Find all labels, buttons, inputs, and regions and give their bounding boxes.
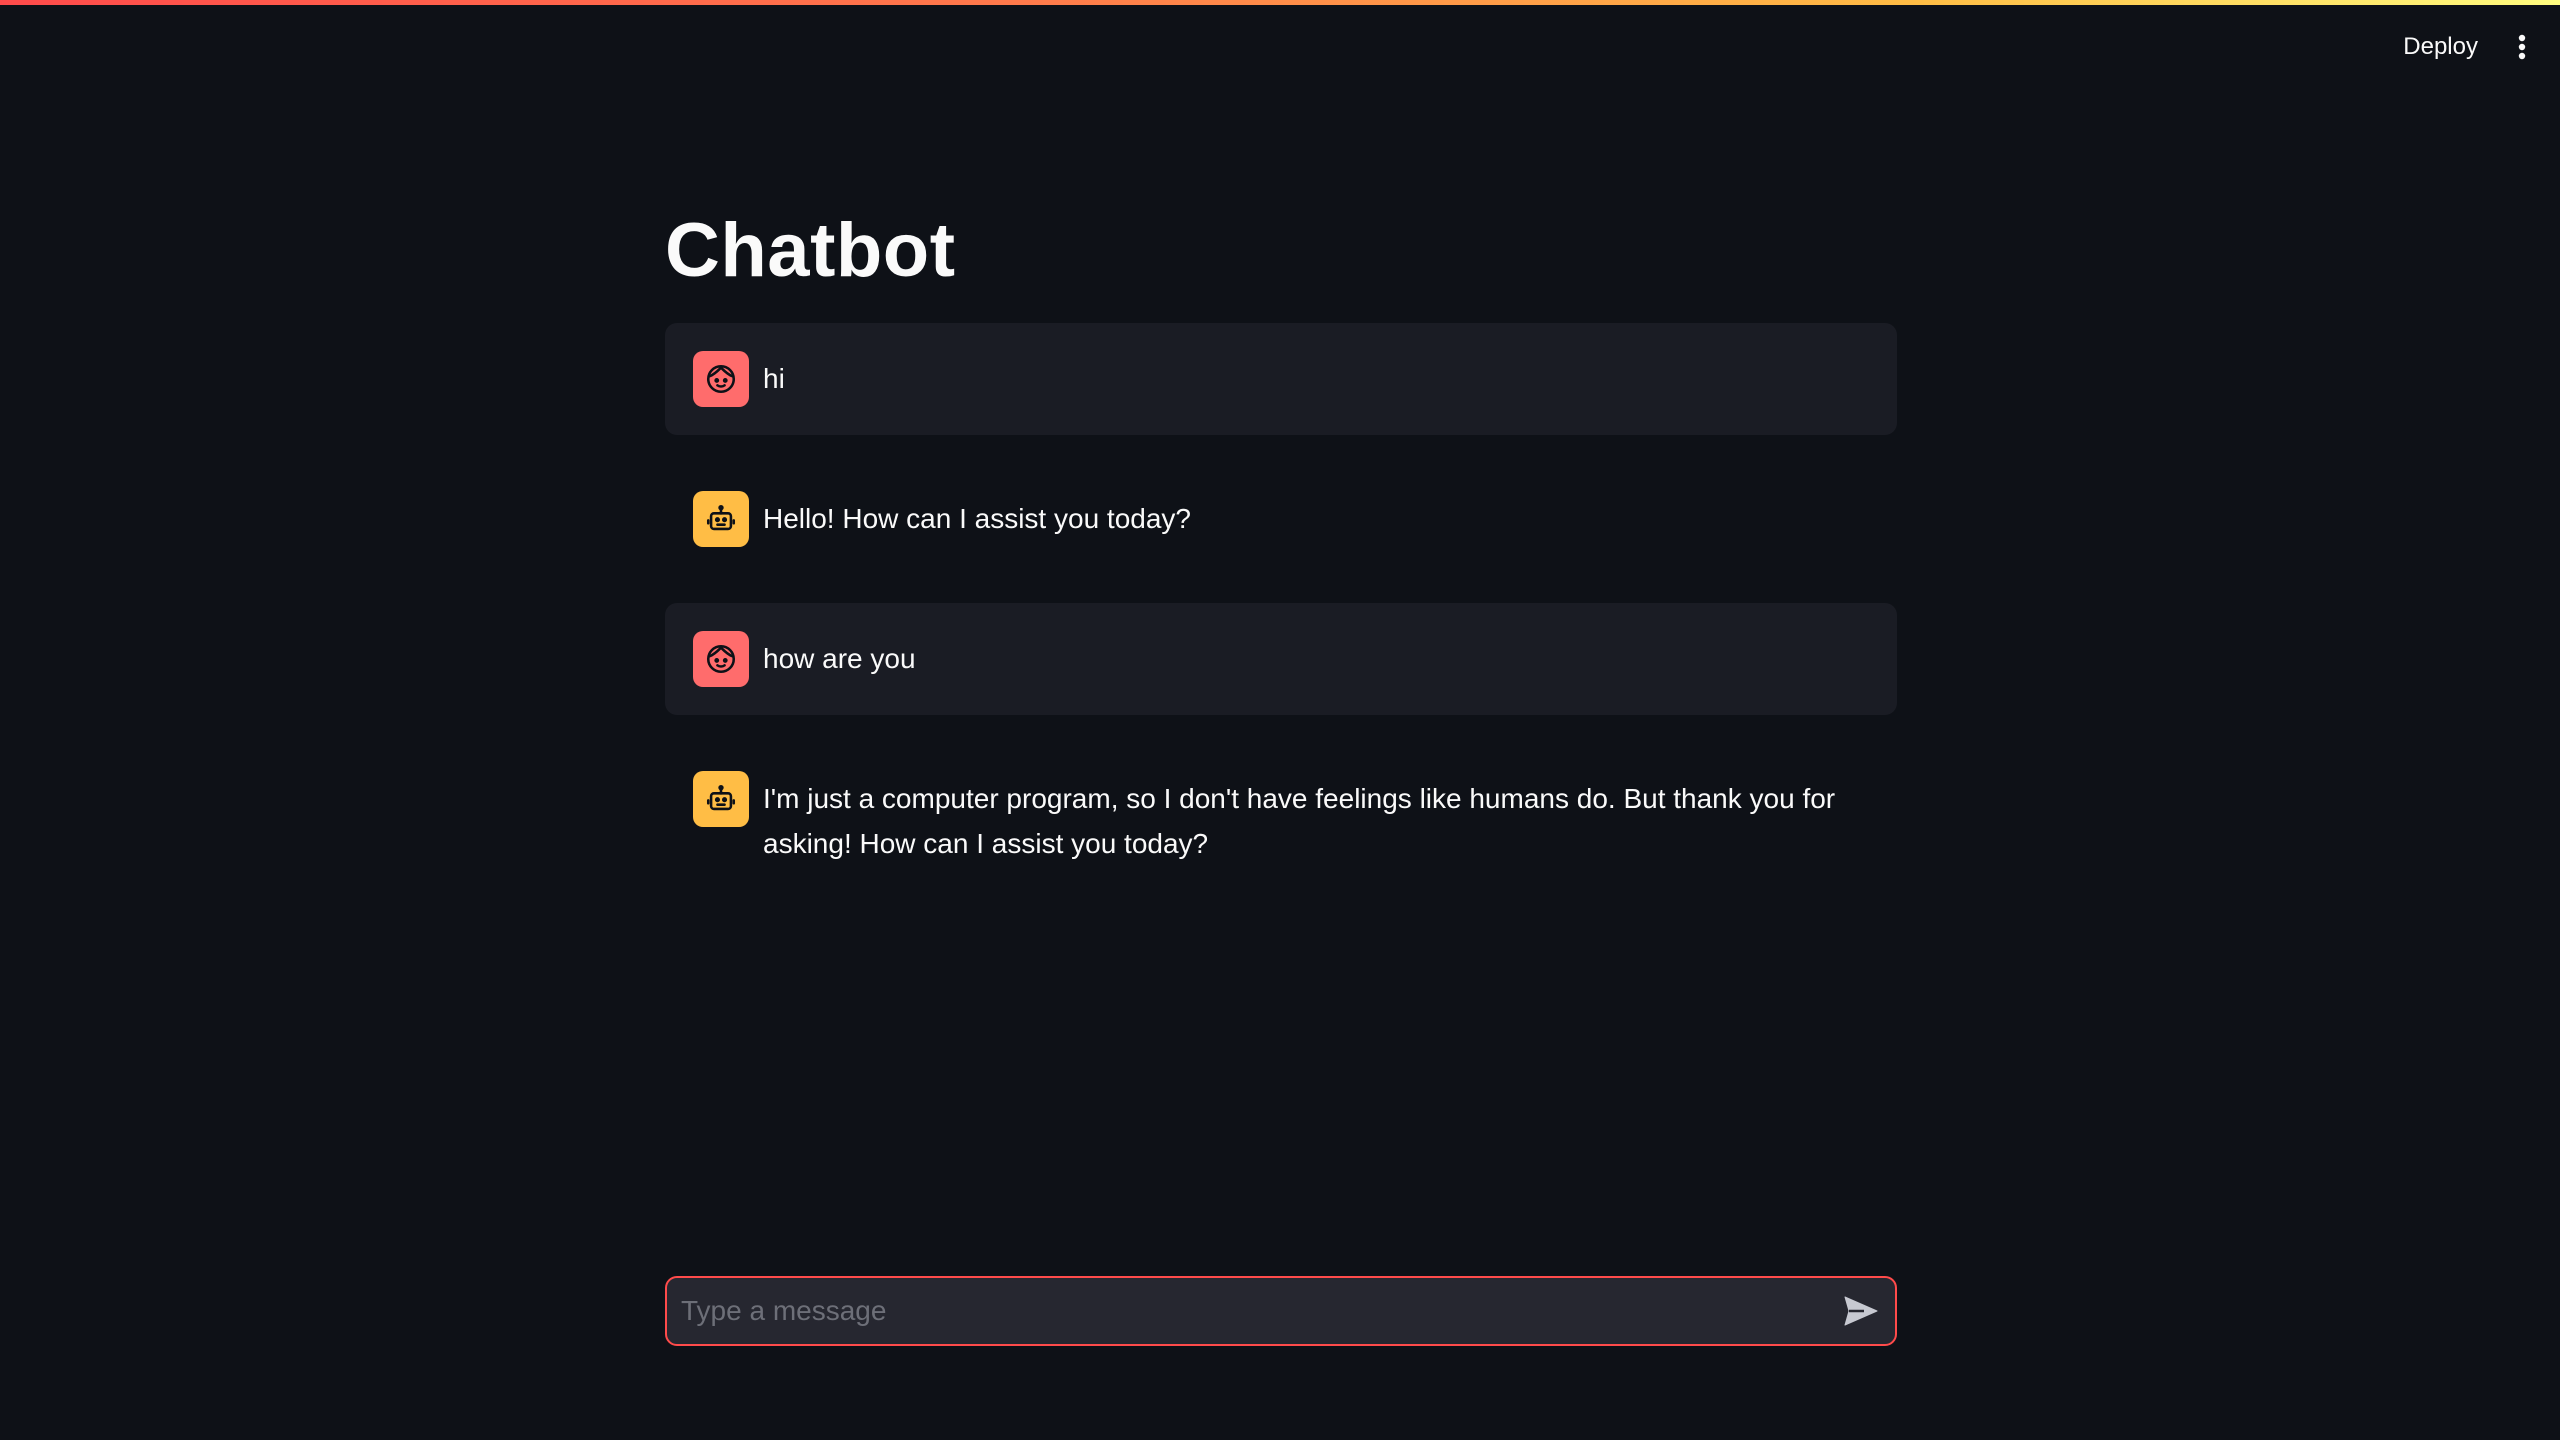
user-avatar <box>693 631 749 687</box>
app-header: Deploy <box>0 5 2560 83</box>
vertical-dots-icon <box>2518 34 2526 60</box>
message-text: how are you <box>763 643 916 674</box>
robot-icon <box>706 504 736 531</box>
user-avatar <box>693 351 749 407</box>
send-icon <box>1844 1296 1878 1326</box>
chat-input[interactable] <box>681 1278 1801 1344</box>
chat-message-assistant: I'm just a computer program, so I don't … <box>665 743 1897 894</box>
robot-icon <box>706 784 736 811</box>
chat-input-container <box>665 1276 1897 1346</box>
user-face-icon <box>706 364 736 394</box>
user-face-icon <box>706 644 736 674</box>
message-text: I'm just a computer program, so I don't … <box>763 783 1836 859</box>
main-menu-button[interactable] <box>2502 27 2542 67</box>
assistant-avatar <box>693 491 749 547</box>
assistant-avatar <box>693 771 749 827</box>
chat-message-user: how are you <box>665 603 1897 715</box>
send-button[interactable] <box>1841 1291 1881 1331</box>
message-text: hi <box>763 363 785 394</box>
chat-message-user: hi <box>665 323 1897 435</box>
chat-messages: hi Hello! How can I assist you today? ho… <box>665 323 1897 894</box>
chat-message-assistant: Hello! How can I assist you today? <box>665 463 1897 575</box>
message-text: Hello! How can I assist you today? <box>763 503 1191 534</box>
deploy-button[interactable]: Deploy <box>2389 25 2492 69</box>
page-title: Chatbot <box>665 208 956 293</box>
